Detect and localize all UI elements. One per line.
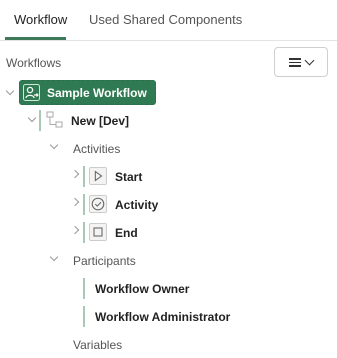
collapse-toggle-root[interactable] — [5, 86, 15, 96]
workflow-version-icon — [46, 111, 63, 128]
tab-workflow[interactable]: Workflow — [14, 12, 67, 27]
tree-node-end[interactable]: End — [115, 226, 138, 240]
tree-group-activities[interactable]: Activities — [73, 142, 120, 156]
expand-toggle-end[interactable] — [70, 225, 80, 235]
tree-node-activity[interactable]: Activity — [115, 198, 158, 212]
tree-connector — [83, 306, 85, 327]
expand-toggle-start[interactable] — [70, 169, 80, 179]
workflow-user-icon — [23, 84, 40, 101]
tree-node-sample-workflow[interactable]: Sample Workflow — [19, 80, 156, 105]
tree-connector — [83, 222, 85, 243]
tree-menu-button[interactable] — [274, 47, 328, 77]
tree-connector — [39, 110, 41, 131]
active-tab-indicator — [5, 37, 66, 40]
play-icon — [89, 167, 107, 185]
tree-connector — [83, 166, 85, 187]
tree-node-start[interactable]: Start — [115, 170, 142, 184]
tree-connector — [83, 194, 85, 215]
stop-square-icon — [89, 223, 107, 241]
tree-group-variables[interactable]: Variables — [73, 338, 122, 352]
workflows-section-label: Workflows — [6, 56, 62, 70]
tree-connector — [83, 278, 85, 299]
tab-used-shared-components[interactable]: Used Shared Components — [89, 12, 242, 27]
hamburger-icon — [289, 58, 301, 67]
chevron-down-icon — [304, 55, 315, 66]
collapse-toggle-participants[interactable] — [49, 252, 59, 262]
tree-node-workflow-administrator[interactable]: Workflow Administrator — [95, 310, 230, 324]
collapse-toggle-activities[interactable] — [49, 140, 59, 150]
tab-bar: Workflow Used Shared Components — [0, 0, 337, 41]
tree-node-workflow-owner[interactable]: Workflow Owner — [95, 282, 189, 296]
collapse-toggle-version[interactable] — [27, 113, 37, 123]
tree-group-participants[interactable]: Participants — [73, 254, 136, 268]
tree-node-label: Sample Workflow — [47, 86, 147, 100]
expand-toggle-activity[interactable] — [70, 197, 80, 207]
check-circle-icon — [89, 195, 107, 213]
tree-node-new-dev[interactable]: New [Dev] — [71, 114, 129, 128]
